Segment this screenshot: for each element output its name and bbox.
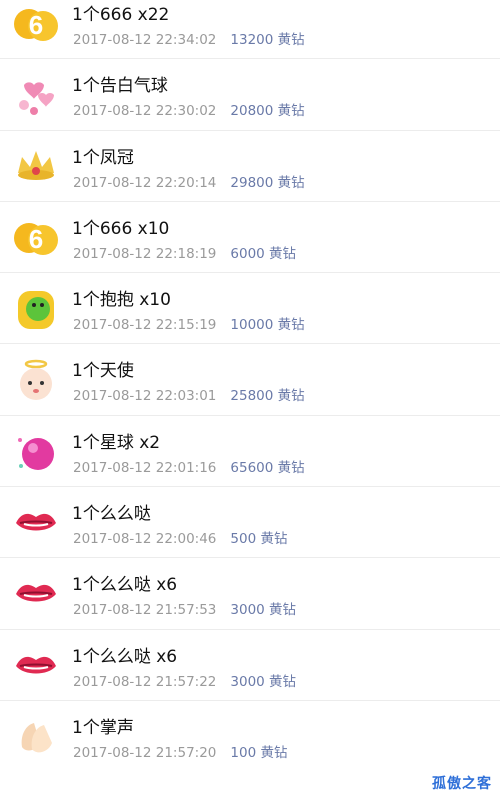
gift-meta: 2017-08-12 22:00:46 500 黄钻 <box>73 527 287 547</box>
gift-title: 1个星球 x2 <box>72 432 161 453</box>
gift-record-row[interactable]: 1个么么哒 x6 2017-08-12 21:57:53 3000 黄钻 <box>0 558 500 630</box>
crown-icon <box>12 143 60 191</box>
gift-price: 6000 黄钻 <box>230 245 297 262</box>
gift-time: 2017-08-12 22:03:01 <box>73 388 217 405</box>
gift-price: 65600 黄钻 <box>230 459 305 476</box>
gift-time: 2017-08-12 22:00:46 <box>73 531 217 548</box>
gift-record-row[interactable]: 6 1个666 x10 2017-08-12 22:18:19 6000 黄钻 <box>0 202 500 274</box>
gift-meta: 2017-08-12 22:03:01 25800 黄钻 <box>73 384 305 404</box>
love-balloon-icon <box>12 71 60 119</box>
gift-title: 1个抱抱 x10 <box>72 290 171 311</box>
gift-title: 1个666 x10 <box>72 218 170 239</box>
svg-text:6: 6 <box>29 10 43 40</box>
gift-price: 3000 黄钻 <box>230 673 297 690</box>
gift-time: 2017-08-12 22:20:14 <box>73 174 217 191</box>
gift-meta: 2017-08-12 22:15:19 10000 黄钻 <box>73 313 305 333</box>
lips-icon <box>12 642 60 690</box>
gift-title: 1个么么哒 x6 <box>72 575 178 596</box>
gift-record-row[interactable]: 1个凤冠 2017-08-12 22:20:14 29800 黄钻 <box>0 131 500 202</box>
planet-icon <box>12 428 60 476</box>
clap-icon <box>12 713 60 761</box>
lips-icon <box>12 499 60 547</box>
gift-time: 2017-08-12 21:57:20 <box>73 744 217 761</box>
gift-title: 1个告白气球 <box>72 76 168 97</box>
gift-price: 3000 黄钻 <box>230 602 297 619</box>
gift-time: 2017-08-12 22:34:02 <box>73 32 217 48</box>
gift-title: 1个凤冠 <box>72 147 134 168</box>
gift-meta: 2017-08-12 22:01:16 65600 黄钻 <box>73 456 305 476</box>
gift-time: 2017-08-12 21:57:53 <box>73 602 217 619</box>
gift-meta: 2017-08-12 22:34:02 13200 黄钻 <box>73 28 305 48</box>
six-six-six-icon: 6 <box>12 0 60 48</box>
gift-time: 2017-08-12 22:15:19 <box>73 317 217 334</box>
gift-record-row[interactable]: 1个告白气球 2017-08-12 22:30:02 20800 黄钻 <box>0 59 500 131</box>
gift-record-list: 6 1个666 x22 2017-08-12 22:34:02 13200 黄钻 1个告… <box>0 0 500 772</box>
gift-record-row[interactable]: 6 1个666 x22 2017-08-12 22:34:02 13200 黄钻 <box>0 0 500 60</box>
gift-record-row[interactable]: 1个么么哒 2017-08-12 22:00:46 500 黄钻 <box>0 487 500 559</box>
gift-record-row[interactable]: 1个抱抱 x10 2017-08-12 22:15:19 10000 黄钻 <box>0 273 500 345</box>
gift-record-row[interactable]: 1个么么哒 x6 2017-08-12 21:57:22 3000 黄钻 <box>0 630 500 701</box>
gift-time: 2017-08-12 22:01:16 <box>73 459 217 476</box>
angel-icon <box>12 356 60 404</box>
watermark-text: 孤傲之客 <box>432 776 492 792</box>
gift-title: 1个掌声 <box>72 717 134 738</box>
gift-title: 1个么么哒 <box>72 504 151 525</box>
hug-icon <box>12 285 60 333</box>
six-six-six-icon: 6 <box>12 214 60 262</box>
gift-record-row[interactable]: 1个掌声 2017-08-12 21:57:20 100 黄钻 <box>0 701 500 772</box>
gift-meta: 2017-08-12 21:57:20 100 黄钻 <box>73 741 287 761</box>
gift-price: 10000 黄钻 <box>230 317 305 334</box>
gift-record-row[interactable]: 1个天使 2017-08-12 22:03:01 25800 黄钻 <box>0 344 500 416</box>
gift-title: 1个666 x22 <box>72 5 170 25</box>
gift-price: 20800 黄钻 <box>230 103 305 120</box>
svg-text:6: 6 <box>29 224 43 254</box>
gift-meta: 2017-08-12 22:18:19 6000 黄钻 <box>73 242 296 262</box>
gift-title: 1个天使 <box>72 361 134 382</box>
gift-time: 2017-08-12 22:30:02 <box>73 103 217 120</box>
gift-meta: 2017-08-12 21:57:53 3000 黄钻 <box>73 598 296 618</box>
gift-title: 1个么么哒 x6 <box>72 646 178 667</box>
gift-price: 25800 黄钻 <box>230 388 305 405</box>
gift-record-row[interactable]: 1个星球 x2 2017-08-12 22:01:16 65600 黄钻 <box>0 416 500 488</box>
gift-meta: 2017-08-12 22:30:02 20800 黄钻 <box>73 99 305 119</box>
gift-price: 100 黄钻 <box>230 744 288 761</box>
gift-meta: 2017-08-12 21:57:22 3000 黄钻 <box>73 670 296 690</box>
gift-time: 2017-08-12 22:18:19 <box>73 245 217 262</box>
gift-price: 13200 黄钻 <box>230 32 305 48</box>
gift-meta: 2017-08-12 22:20:14 29800 黄钻 <box>73 171 305 191</box>
gift-price: 29800 黄钻 <box>230 174 305 191</box>
gift-time: 2017-08-12 21:57:22 <box>73 673 217 690</box>
gift-price: 500 黄钻 <box>230 531 288 548</box>
lips-icon <box>12 570 60 618</box>
